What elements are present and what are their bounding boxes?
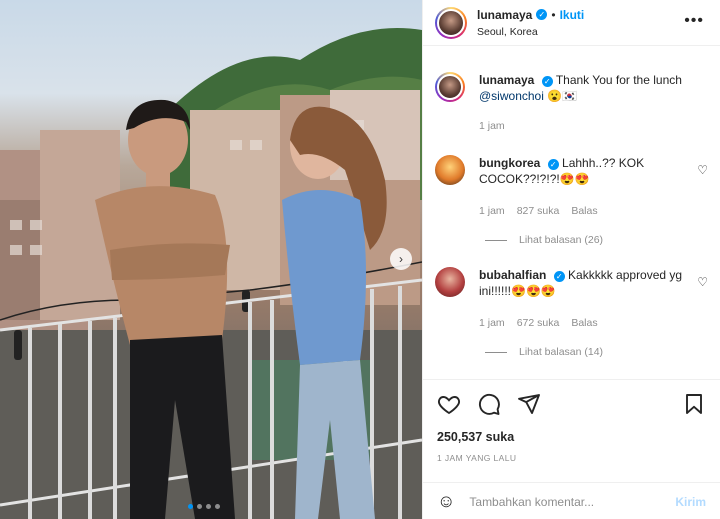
- share-icon[interactable]: [517, 392, 541, 416]
- caption-text: Thank You for the lunch: [555, 73, 682, 87]
- comments-section: lunamaya ✓ Thank You for the lunch @siwo…: [423, 60, 720, 380]
- caption-emoji: 😮🇰🇷: [547, 89, 578, 103]
- view-replies-label: Lihat balasan (14): [519, 346, 604, 358]
- view-replies-label: Lihat balasan (26): [519, 234, 604, 246]
- post-comment-button[interactable]: Kirim: [675, 495, 706, 509]
- heart-icon[interactable]: [437, 392, 461, 416]
- post-location[interactable]: Seoul, Korea: [477, 26, 584, 38]
- post-header: lunamaya ✓ • Ikuti Seoul, Korea •••: [423, 0, 720, 46]
- next-photo-button[interactable]: ›: [390, 248, 412, 270]
- post-timestamp: 1 JAM YANG LALU: [437, 453, 517, 463]
- chevron-right-icon: ›: [399, 252, 403, 266]
- reply-button[interactable]: Balas: [571, 315, 597, 331]
- caption-mention[interactable]: @siwonchoi: [479, 89, 544, 103]
- carousel-dot: [197, 504, 202, 509]
- post-details-panel: lunamaya ✓ • Ikuti Seoul, Korea ••• luna…: [422, 0, 720, 519]
- caption-avatar[interactable]: [435, 72, 465, 102]
- carousel-dot: [188, 504, 193, 509]
- post-photo[interactable]: ›: [0, 0, 422, 519]
- verified-badge-icon: ✓: [547, 159, 559, 170]
- photo-illustration: [0, 28, 422, 519]
- follow-button[interactable]: Ikuti: [560, 8, 585, 22]
- carousel-dot: [206, 504, 211, 509]
- comment-likes[interactable]: 672 suka: [517, 315, 560, 331]
- view-replies-link[interactable]: Lihat balasan (26): [485, 234, 603, 246]
- more-options-icon[interactable]: •••: [684, 12, 704, 30]
- comment-likes[interactable]: 827 suka: [517, 203, 560, 219]
- post-caption: lunamaya ✓ Thank You for the lunch @siwo…: [435, 72, 708, 134]
- emoji-icon[interactable]: ☺: [437, 491, 455, 512]
- comment-time: 1 jam: [479, 205, 505, 217]
- carousel-indicator: [188, 504, 220, 509]
- commenter-username[interactable]: bungkorea: [479, 156, 540, 170]
- author-username[interactable]: lunamaya: [477, 8, 532, 22]
- reply-button[interactable]: Balas: [571, 203, 597, 219]
- author-avatar[interactable]: [435, 6, 467, 39]
- bookmark-icon[interactable]: [682, 392, 706, 416]
- comment-item: bubahalfian ✓ Kakkkkk approved yg ini!!!…: [435, 267, 708, 331]
- caption-time: 1 jam: [479, 120, 505, 132]
- comment-item: bungkorea ✓ Lahhh..?? KOK COCOK??!?!?!😍😍…: [435, 155, 708, 219]
- comment-like-heart-icon[interactable]: ♡: [697, 163, 708, 177]
- comment-input[interactable]: [469, 494, 660, 509]
- comment-icon[interactable]: [477, 392, 501, 416]
- likes-count[interactable]: 250,537 suka: [437, 430, 514, 444]
- post-actions: 250,537 suka 1 JAM YANG LALU ☺ Kirim: [423, 379, 720, 519]
- caption-username[interactable]: lunamaya: [479, 73, 534, 87]
- view-replies-link[interactable]: Lihat balasan (14): [485, 346, 603, 358]
- verified-badge-icon: ✓: [541, 76, 553, 87]
- comment-time: 1 jam: [479, 317, 505, 329]
- verified-badge-icon: ✓: [536, 9, 548, 20]
- commenter-username[interactable]: bubahalfian: [479, 268, 546, 282]
- commenter-avatar[interactable]: [435, 155, 465, 185]
- add-comment-bar: ☺ Kirim: [423, 482, 720, 519]
- commenter-avatar[interactable]: [435, 267, 465, 297]
- carousel-dot: [215, 504, 220, 509]
- verified-badge-icon: ✓: [553, 271, 565, 282]
- comment-like-heart-icon[interactable]: ♡: [697, 275, 708, 289]
- separator-dot: •: [551, 7, 556, 22]
